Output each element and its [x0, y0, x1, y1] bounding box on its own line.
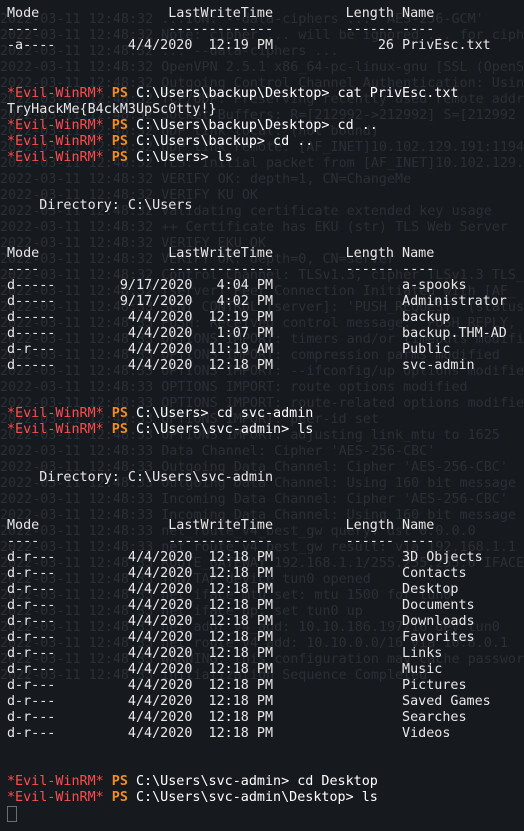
output-line: d----- 4/4/2020 12:18 PM svc-admin — [7, 358, 475, 373]
output-line: d-r--- 4/4/2020 12:18 PM Favorites — [7, 630, 475, 645]
command-text: C:\Users\svc-admin> ls — [136, 422, 314, 437]
output-line: Directory: C:\Users — [7, 198, 193, 213]
terminal-output[interactable]: Mode LastWriteTime Length Name ---- -----… — [7, 6, 524, 822]
output-line: d-r--- 4/4/2020 12:18 PM Saved Games — [7, 694, 491, 709]
output-line: d-r--- 4/4/2020 12:18 PM Searches — [7, 710, 467, 725]
output-line: d----- 4/4/2020 12:19 PM backup — [7, 310, 451, 325]
prompt-ps: PS — [103, 422, 136, 437]
output-line: ---- ------------- ------ ---- — [7, 534, 435, 549]
prompt-line: *Evil-WinRM* PS C:\Users\backup> cd .. — [7, 134, 524, 150]
output-line: d-r--- 4/4/2020 12:18 PM Contacts — [7, 566, 467, 581]
prompt-user: *Evil-WinRM* — [7, 774, 104, 789]
output-line: ---- ------------- ------ ---- — [7, 262, 435, 277]
output-line: d-r--- 4/4/2020 12:18 PM Downloads — [7, 614, 475, 629]
prompt-user: *Evil-WinRM* — [7, 406, 104, 421]
prompt-line: *Evil-WinRM* PS C:\Users> cd svc-admin — [7, 406, 524, 422]
command-text: C:\Users\backup\Desktop> cat PrivEsc.txt — [136, 86, 459, 101]
output-line: d-r--- 4/4/2020 12:18 PM Pictures — [7, 678, 467, 693]
output-line: Mode LastWriteTime Length Name — [7, 246, 435, 261]
prompt-ps: PS — [103, 406, 136, 421]
prompt-ps: PS — [103, 790, 136, 805]
output-line: d----- 4/4/2020 1:07 PM backup.THM-AD — [7, 326, 507, 341]
text-cursor — [7, 806, 17, 822]
output-line: Mode LastWriteTime Length Name — [7, 6, 435, 21]
output-line: d-r--- 4/4/2020 11:19 AM Public — [7, 342, 451, 357]
command-text: C:\Users\backup\Desktop> cd .. — [136, 118, 378, 133]
prompt-user: *Evil-WinRM* — [7, 790, 104, 805]
command-text: C:\Users\svc-admin> cd Desktop — [136, 774, 378, 789]
prompt-user: *Evil-WinRM* — [7, 118, 104, 133]
output-line: d-r--- 4/4/2020 12:18 PM Links — [7, 646, 443, 661]
output-line: d-r--- 4/4/2020 12:18 PM 3D Objects — [7, 550, 483, 565]
prompt-line: *Evil-WinRM* PS C:\Users\svc-admin> cd D… — [7, 774, 524, 790]
output-line: TryHackMe{B4ckM3UpSc0tty!} — [7, 102, 217, 117]
output-line: -a---- 4/4/2020 12:19 PM 26 PrivEsc.txt — [7, 38, 491, 53]
prompt-user: *Evil-WinRM* — [7, 86, 104, 101]
prompt-line: *Evil-WinRM* PS C:\Users\svc-admin> ls — [7, 422, 524, 438]
prompt-user: *Evil-WinRM* — [7, 134, 104, 149]
prompt-ps: PS — [103, 134, 136, 149]
prompt-ps: PS — [103, 86, 136, 101]
command-text: C:\Users> cd svc-admin — [136, 406, 314, 421]
command-text: C:\Users\backup> cd .. — [136, 134, 314, 149]
prompt-line: *Evil-WinRM* PS C:\Users\backup\Desktop>… — [7, 86, 524, 102]
output-line: d----- 9/17/2020 4:04 PM a-spooks — [7, 278, 467, 293]
command-text: C:\Users\svc-admin\Desktop> ls — [136, 790, 378, 805]
output-line: d-r--- 4/4/2020 12:18 PM Music — [7, 662, 443, 677]
prompt-user: *Evil-WinRM* — [7, 150, 104, 165]
output-line: Directory: C:\Users\svc-admin — [7, 470, 274, 485]
command-text: C:\Users> ls — [136, 150, 233, 165]
output-line: d----- 9/17/2020 4:02 PM Administrator — [7, 294, 507, 309]
prompt-line: *Evil-WinRM* PS C:\Users\backup\Desktop>… — [7, 118, 524, 134]
prompt-line: *Evil-WinRM* PS C:\Users\svc-admin\Deskt… — [7, 790, 524, 806]
cursor-line[interactable] — [7, 806, 524, 822]
prompt-user: *Evil-WinRM* — [7, 422, 104, 437]
prompt-ps: PS — [103, 774, 136, 789]
output-line: Mode LastWriteTime Length Name — [7, 518, 435, 533]
output-line: d-r--- 4/4/2020 12:18 PM Desktop — [7, 582, 459, 597]
prompt-ps: PS — [103, 150, 136, 165]
output-line: d-r--- 4/4/2020 12:18 PM Videos — [7, 726, 451, 741]
prompt-ps: PS — [103, 118, 136, 133]
output-line: ---- ------------- ------ ---- — [7, 22, 435, 37]
prompt-line: *Evil-WinRM* PS C:\Users> ls — [7, 150, 524, 166]
output-line: d-r--- 4/4/2020 12:18 PM Documents — [7, 598, 475, 613]
